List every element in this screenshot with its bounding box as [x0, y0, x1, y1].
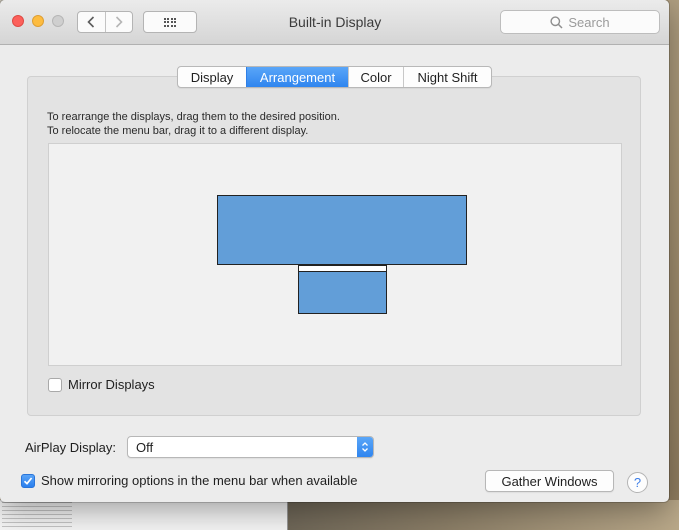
instruction-menu-bar: To relocate the menu bar, drag it to a d…: [47, 125, 309, 137]
chevron-right-icon: [115, 16, 123, 28]
menu-bar-indicator[interactable]: [299, 266, 386, 272]
window-title: Built-in Display: [288, 14, 382, 30]
gather-windows-button[interactable]: Gather Windows: [485, 470, 614, 492]
zoom-window-button[interactable]: [52, 15, 64, 27]
chevron-updown-icon: [357, 437, 373, 457]
show-mirroring-options-row[interactable]: Show mirroring options in the menu bar w…: [21, 473, 358, 488]
airplay-display-label: AirPlay Display:: [25, 440, 117, 455]
arrangement-instructions: To rearrange the displays, drag them to …: [47, 110, 340, 138]
background-document: [0, 500, 288, 530]
primary-display-thumbnail[interactable]: [217, 195, 467, 265]
back-button[interactable]: [78, 12, 105, 32]
show-mirroring-options-label: Show mirroring options in the menu bar w…: [41, 473, 358, 488]
help-button[interactable]: ?: [627, 472, 648, 493]
search-field[interactable]: Search: [500, 10, 660, 34]
airplay-display-select[interactable]: Off: [127, 436, 374, 458]
search-icon: [550, 15, 563, 29]
mirror-displays-checkbox[interactable]: [48, 377, 62, 392]
mirror-displays-row[interactable]: Mirror Displays: [48, 377, 155, 392]
mirror-displays-label: Mirror Displays: [68, 377, 155, 392]
checkmark-icon: [23, 476, 33, 485]
history-navigation: [77, 11, 133, 33]
close-window-button[interactable]: [12, 15, 24, 27]
minimize-window-button[interactable]: [32, 15, 44, 27]
airplay-display-value: Off: [136, 440, 154, 455]
preferences-window: Built-in Display Search Display Arrangem…: [0, 0, 669, 502]
tab-display[interactable]: Display: [178, 67, 246, 87]
chevron-left-icon: [87, 16, 95, 28]
tab-night-shift[interactable]: Night Shift: [403, 67, 491, 87]
tab-arrangement[interactable]: Arrangement: [246, 67, 348, 87]
show-mirroring-options-checkbox[interactable]: [21, 473, 35, 488]
title-bar: Built-in Display Search: [0, 0, 669, 45]
tab-bar: Display Arrangement Color Night Shift: [177, 66, 492, 88]
tab-color[interactable]: Color: [348, 67, 403, 87]
secondary-display-thumbnail[interactable]: [298, 265, 387, 314]
search-placeholder: Search: [568, 14, 610, 30]
background-document-text: [2, 502, 72, 528]
forward-button[interactable]: [104, 12, 133, 32]
instruction-rearrange: To rearrange the displays, drag them to …: [47, 111, 340, 123]
background-desktop-strip: [288, 500, 679, 530]
show-all-preferences-button[interactable]: [143, 11, 197, 33]
grid-icon: [163, 17, 177, 27]
